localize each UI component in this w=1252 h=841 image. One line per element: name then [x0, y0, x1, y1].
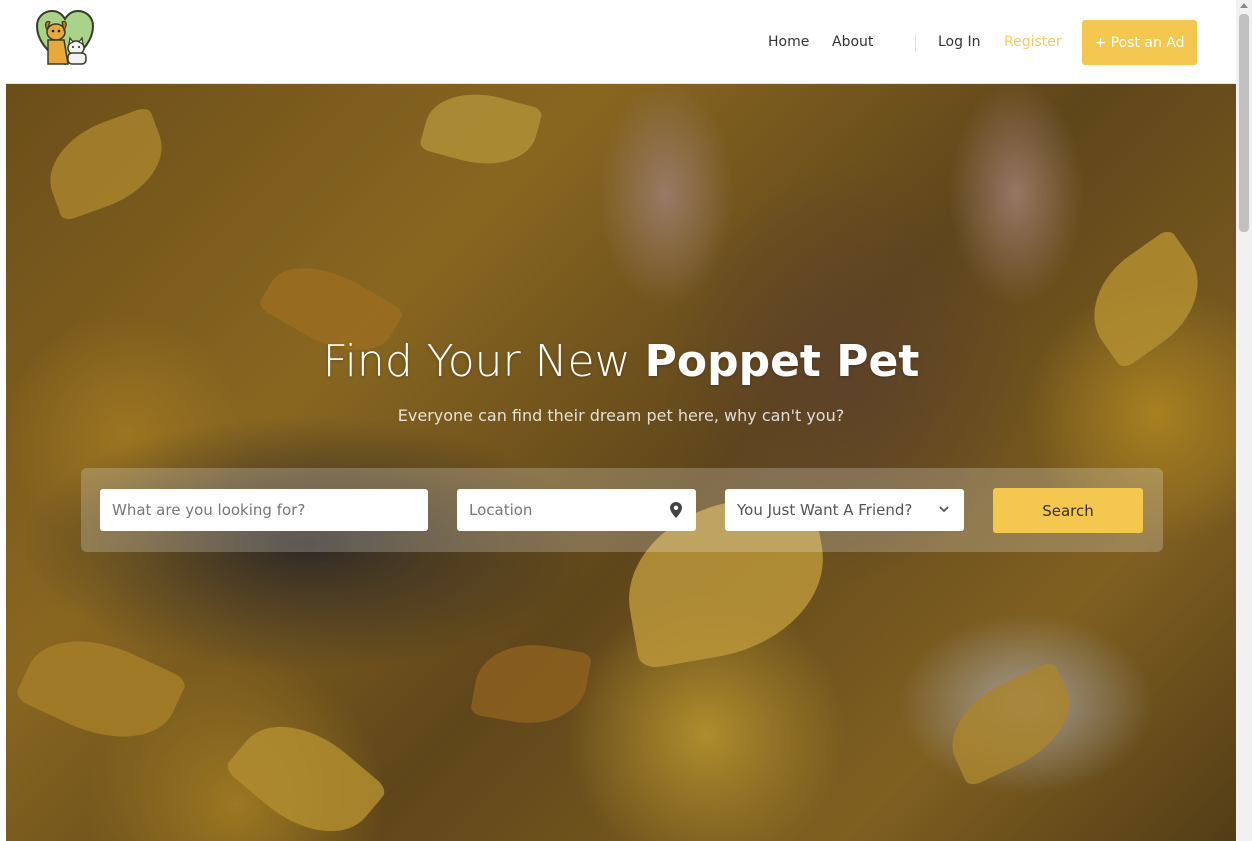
- search-keyword-input[interactable]: [112, 501, 416, 519]
- hero-title-bold: Poppet Pet: [644, 336, 920, 387]
- hero-title-light: Find Your New: [322, 336, 645, 387]
- hero-banner: Find Your New Poppet Pet Everyone can fi…: [6, 84, 1236, 841]
- hero-title: Find Your New Poppet Pet: [6, 336, 1236, 387]
- map-pin-icon: [670, 502, 682, 518]
- nav-login-link[interactable]: Log In: [938, 0, 980, 84]
- pet-type-selected-value: You Just Want A Friend?: [737, 501, 913, 519]
- scroll-up-arrow-icon[interactable]: [1240, 3, 1248, 8]
- hero-overlay: [6, 84, 1236, 841]
- location-input[interactable]: [469, 501, 684, 519]
- pet-type-select[interactable]: You Just Want A Friend?: [725, 489, 964, 531]
- page-scrollbar[interactable]: [1236, 0, 1252, 841]
- nav-about-link[interactable]: About: [832, 0, 873, 84]
- search-button[interactable]: Search: [993, 488, 1143, 533]
- site-header: Home About Log In Register + Post an Ad: [6, 0, 1236, 84]
- post-ad-button[interactable]: + Post an Ad: [1082, 20, 1197, 65]
- chevron-down-icon: [939, 506, 949, 513]
- scrollbar-thumb[interactable]: [1239, 14, 1249, 232]
- search-keyword-field[interactable]: [100, 489, 428, 531]
- nav-home-link[interactable]: Home: [768, 0, 809, 84]
- logo-icon[interactable]: [34, 8, 96, 70]
- hero-subtitle: Everyone can find their dream pet here, …: [397, 406, 845, 425]
- location-field[interactable]: [457, 489, 696, 531]
- search-bar: You Just Want A Friend? Search: [81, 468, 1163, 552]
- nav-divider: [915, 34, 916, 52]
- nav-register-link[interactable]: Register: [1004, 0, 1062, 84]
